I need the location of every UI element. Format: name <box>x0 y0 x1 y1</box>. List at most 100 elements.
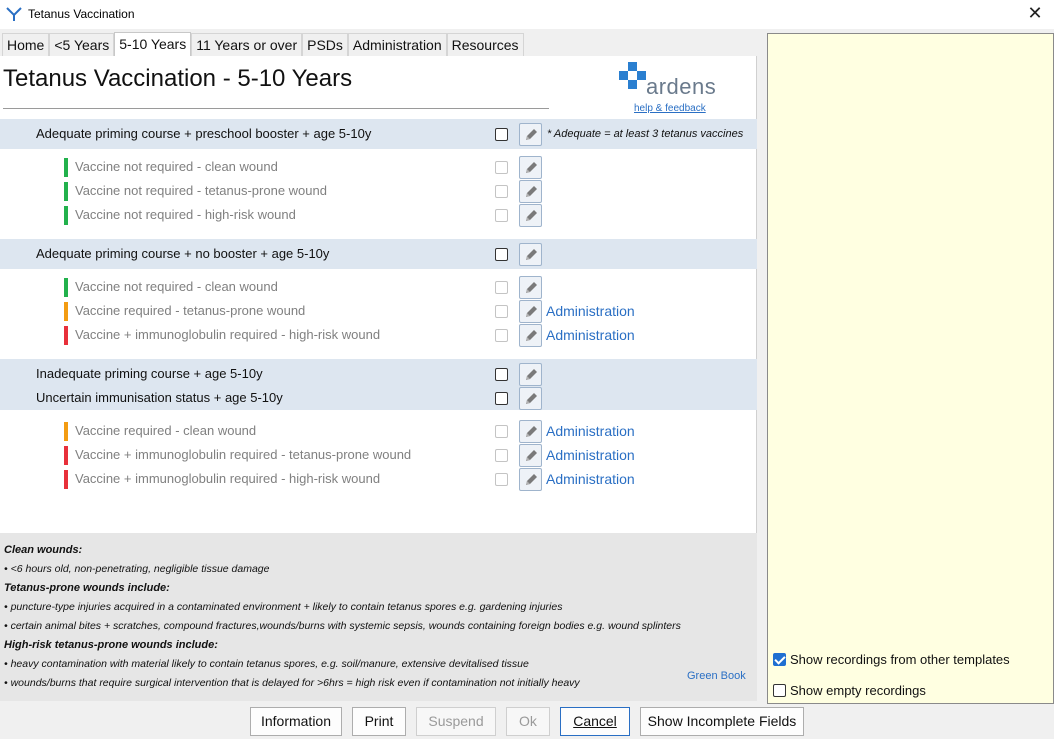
group3-item-row: Vaccine + immunoglobulin required - high… <box>0 467 757 491</box>
group3-item-label: Vaccine + immunoglobulin required - high… <box>75 471 381 486</box>
show-other-templates-checkbox[interactable] <box>773 652 786 666</box>
group3-item-row: Vaccine required - clean wound Administr… <box>0 419 757 443</box>
pencil-icon <box>526 450 537 461</box>
pencil-icon <box>526 282 537 293</box>
show-empty-recordings-checkbox[interactable] <box>773 683 786 697</box>
information-button[interactable]: Information <box>250 707 342 736</box>
pencil-icon <box>526 249 537 260</box>
pencil-icon <box>526 210 537 221</box>
window-title: Tetanus Vaccination <box>28 7 135 21</box>
note-line: • heavy contamination with material like… <box>4 658 529 670</box>
group3-header-checkbox[interactable] <box>495 392 508 405</box>
tab-5-10-years[interactable]: 5-10 Years <box>114 32 192 56</box>
group2-header-edit-button[interactable] <box>519 243 542 266</box>
suspend-button[interactable]: Suspend <box>416 707 496 736</box>
group2-item-label: Vaccine not required - clean wound <box>75 279 278 294</box>
group3-item-edit-button[interactable] <box>519 468 542 491</box>
group3-header-checkbox[interactable] <box>495 368 508 381</box>
administration-link[interactable]: Administration <box>546 423 635 439</box>
group1-item-edit-button[interactable] <box>519 204 542 227</box>
adequate-footnote: * Adequate = at least 3 tetanus vaccines <box>547 128 744 140</box>
pencil-icon <box>526 330 537 341</box>
group2-item-label: Vaccine + immunoglobulin required - high… <box>75 327 381 342</box>
ok-button[interactable]: Ok <box>506 707 550 736</box>
note-line: • certain animal bites + scratches, comp… <box>4 620 681 632</box>
show-other-templates-label: Show recordings from other templates <box>790 651 1010 667</box>
group3-item-checkbox[interactable] <box>495 425 508 438</box>
show-incomplete-fields-button[interactable]: Show Incomplete Fields <box>640 707 804 736</box>
main-panel: Tetanus Vaccination - 5-10 Years ardens … <box>0 56 757 701</box>
status-bar-green <box>64 278 68 297</box>
group1-item-checkbox[interactable] <box>495 185 508 198</box>
pencil-icon <box>526 162 537 173</box>
group1-header-edit-button[interactable] <box>519 123 542 146</box>
pencil-icon <box>526 474 537 485</box>
recordings-side-panel: Show recordings from other templates Sho… <box>767 33 1054 704</box>
tab-home[interactable]: Home <box>2 33 50 56</box>
group2-item-checkbox[interactable] <box>495 329 508 342</box>
administration-link[interactable]: Administration <box>546 471 635 487</box>
app-logo-icon <box>6 7 22 21</box>
tab-resources[interactable]: Resources <box>446 33 524 56</box>
group2-item-label: Vaccine required - tetanus-prone wound <box>75 303 306 318</box>
group3-item-edit-button[interactable] <box>519 444 542 467</box>
group3-item-edit-button[interactable] <box>519 420 542 443</box>
group2-item-edit-button[interactable] <box>519 276 542 299</box>
group2-item-edit-button[interactable] <box>519 324 542 347</box>
group1-item-edit-button[interactable] <box>519 180 542 203</box>
wound-notes-area: Clean wounds: • <6 hours old, non-penetr… <box>0 533 757 701</box>
group1-header-checkbox[interactable] <box>495 128 508 141</box>
group3-item-checkbox[interactable] <box>495 473 508 486</box>
close-icon[interactable]: ✕ <box>1024 3 1046 25</box>
group1-item-checkbox[interactable] <box>495 209 508 222</box>
status-bar-amber <box>64 422 68 441</box>
help-feedback-link[interactable]: help & feedback <box>634 103 706 114</box>
pencil-icon <box>526 186 537 197</box>
group1-item-checkbox[interactable] <box>495 161 508 174</box>
tab-under-5-years[interactable]: <5 Years <box>49 33 115 56</box>
group2-item-row: Vaccine + immunoglobulin required - high… <box>0 323 757 347</box>
group2-header-row: Adequate priming course + no booster + a… <box>0 242 757 266</box>
cancel-button[interactable]: Cancel <box>560 707 630 736</box>
administration-link[interactable]: Administration <box>546 303 635 319</box>
ardens-logo: ardens <box>618 62 728 102</box>
group2-header-checkbox[interactable] <box>495 248 508 261</box>
group3-header-row: Inadequate priming course + age 5-10y <box>0 362 757 386</box>
show-empty-recordings-option[interactable]: Show empty recordings <box>773 681 926 699</box>
clean-wounds-heading: Clean wounds: <box>4 544 83 556</box>
note-line: • puncture-type injuries acquired in a c… <box>4 601 563 613</box>
status-bar-red <box>64 470 68 489</box>
group2-item-row: Vaccine required - tetanus-prone wound A… <box>0 299 757 323</box>
title-divider <box>3 108 549 109</box>
tab-administration[interactable]: Administration <box>347 33 447 56</box>
group2-item-edit-button[interactable] <box>519 300 542 323</box>
ardens-cross-icon <box>619 62 646 89</box>
tetanus-prone-heading: Tetanus-prone wounds include: <box>4 582 170 594</box>
administration-link[interactable]: Administration <box>546 327 635 343</box>
tab-psds[interactable]: PSDs <box>302 33 348 56</box>
status-bar-green <box>64 206 68 225</box>
print-button[interactable]: Print <box>352 707 406 736</box>
pencil-icon <box>526 129 537 140</box>
note-line: • wounds/burns that require surgical int… <box>4 677 580 689</box>
group2-item-checkbox[interactable] <box>495 305 508 318</box>
group1-item-label: Vaccine not required - clean wound <box>75 159 278 174</box>
group3-header-edit-button[interactable] <box>519 363 542 386</box>
status-bar-red <box>64 326 68 345</box>
green-book-link[interactable]: Green Book <box>687 670 746 682</box>
group1-item-edit-button[interactable] <box>519 156 542 179</box>
group2-item-row: Vaccine not required - clean wound <box>0 275 757 299</box>
administration-link[interactable]: Administration <box>546 447 635 463</box>
group3-header-edit-button[interactable] <box>519 387 542 410</box>
group3-item-checkbox[interactable] <box>495 449 508 462</box>
status-bar-red <box>64 446 68 465</box>
group1-header-row: Adequate priming course + preschool boos… <box>0 122 757 146</box>
pencil-icon <box>526 306 537 317</box>
show-empty-recordings-label: Show empty recordings <box>790 682 926 698</box>
group3-item-label: Vaccine + immunoglobulin required - teta… <box>75 447 412 462</box>
tab-11-years-or-over[interactable]: 11 Years or over <box>191 33 303 56</box>
group1-item-row: Vaccine not required - clean wound <box>0 155 757 179</box>
show-other-templates-option[interactable]: Show recordings from other templates <box>773 650 1010 668</box>
group3-header-label: Uncertain immunisation status + age 5-10… <box>36 390 283 405</box>
group2-item-checkbox[interactable] <box>495 281 508 294</box>
